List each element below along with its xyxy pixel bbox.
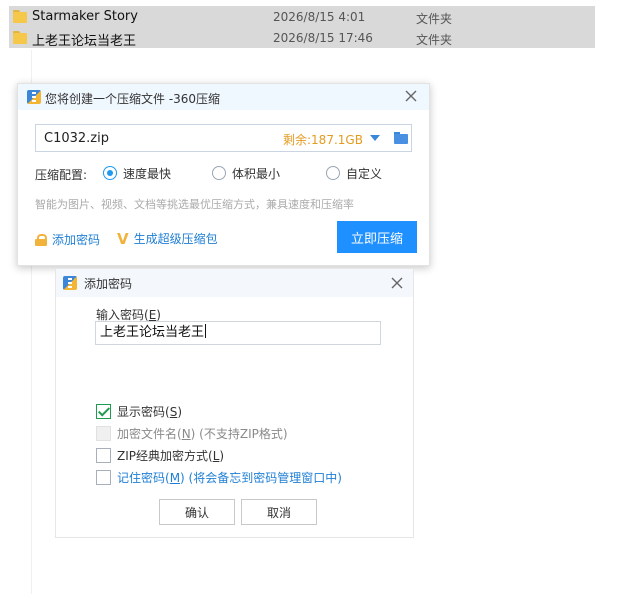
dialog-title: 您将创建一个压缩文件 -360压缩 — [45, 92, 221, 106]
radio-smallest[interactable]: 体积最小 — [212, 164, 280, 182]
file-name: Starmaker Story — [32, 9, 138, 24]
show-password-checkbox[interactable]: 显示密码(S) — [96, 402, 182, 420]
cancel-button[interactable]: 取消 — [241, 499, 317, 525]
checkbox-box[interactable] — [96, 403, 111, 419]
compression-hint: 智能为图片、视频、文档等挑选最优压缩方式，兼具速度和压缩率 — [35, 198, 354, 211]
close-icon[interactable] — [405, 90, 417, 102]
checkbox-box[interactable] — [96, 469, 111, 485]
zip-classic-encryption-checkbox[interactable]: ZIP经典加密方式(L) — [96, 446, 224, 464]
checkbox-box — [96, 425, 111, 441]
radio-label: 体积最小 — [232, 166, 281, 181]
text-caret — [205, 324, 207, 338]
dialog-titlebar[interactable]: 您将创建一个压缩文件 -360压缩 — [18, 84, 429, 110]
vip-icon: V — [117, 229, 129, 248]
checkbox-label: ZIP经典加密方式(L) — [117, 448, 225, 463]
add-password-label: 添加密码 — [52, 233, 101, 247]
radio-custom[interactable]: 自定义 — [326, 164, 382, 182]
confirm-button[interactable]: 确认 — [159, 499, 235, 525]
archive-app-icon — [63, 276, 77, 290]
compression-config: 压缩配置: 速度最快 体积最小 自定义 — [35, 164, 415, 182]
radio-label: 自定义 — [346, 166, 383, 181]
encrypt-filenames-checkbox: 加密文件名(N) (不支持ZIP格式) — [96, 424, 288, 442]
super-package-link[interactable]: V 生成超级压缩包 — [117, 230, 218, 247]
password-value: 上老王论坛当老王 — [100, 325, 205, 340]
file-date: 2026/8/15 4:01 — [273, 10, 366, 24]
remember-password-checkbox[interactable]: 记住密码(M) (将会备忘到密码管理窗口中) — [96, 468, 342, 486]
checkbox-label: 记住密码(M) (将会备忘到密码管理窗口中) — [117, 470, 342, 485]
dialog-title: 添加密码 — [84, 277, 133, 291]
config-label: 压缩配置: — [35, 168, 88, 182]
folder-browse-icon[interactable] — [394, 132, 408, 144]
compress-dialog: 您将创建一个压缩文件 -360压缩 C1032.zip 剩余:187.1GB 压… — [17, 83, 430, 266]
radio-dot[interactable] — [326, 166, 340, 180]
checkbox-label: 显示密码(S) — [117, 404, 182, 419]
radio-fastest[interactable]: 速度最快 — [103, 164, 171, 182]
radio-label: 速度最快 — [123, 166, 172, 181]
file-type: 文件夹 — [416, 33, 453, 47]
archive-app-icon — [27, 90, 41, 104]
add-password-dialog: 添加密码 输入密码(E) 上老王论坛当老王 显示密码(S) 加密文件名(N) (… — [55, 268, 414, 538]
compress-now-button[interactable]: 立即压缩 — [337, 221, 417, 253]
folder-icon — [13, 10, 27, 23]
file-row[interactable]: 上老王论坛当老王 2026/8/15 17:46 文件夹 — [9, 27, 595, 49]
radio-dot[interactable] — [103, 166, 117, 180]
chevron-down-icon[interactable] — [370, 135, 380, 141]
explorer-right-edge — [595, 0, 633, 594]
add-password-link[interactable]: 添加密码 — [35, 231, 100, 248]
lock-icon — [35, 233, 47, 246]
archive-filename[interactable]: C1032.zip — [44, 131, 109, 146]
close-icon[interactable] — [391, 277, 403, 289]
file-type: 文件夹 — [416, 12, 453, 26]
checkbox-box[interactable] — [96, 447, 111, 463]
dialog-titlebar[interactable]: 添加密码 — [56, 269, 413, 297]
free-space-label: 剩余:187.1GB — [283, 133, 363, 147]
password-input[interactable]: 上老王论坛当老王 — [95, 321, 381, 345]
folder-icon — [13, 31, 27, 44]
file-row[interactable]: Starmaker Story 2026/8/15 4:01 文件夹 — [9, 6, 595, 27]
radio-dot[interactable] — [212, 166, 226, 180]
super-package-label: 生成超级压缩包 — [133, 232, 218, 246]
checkbox-label: 加密文件名(N) (不支持ZIP格式) — [117, 426, 288, 441]
file-date: 2026/8/15 17:46 — [273, 31, 373, 45]
archive-path-field[interactable]: C1032.zip 剩余:187.1GB — [35, 124, 412, 152]
file-name: 上老王论坛当老王 — [32, 34, 137, 49]
